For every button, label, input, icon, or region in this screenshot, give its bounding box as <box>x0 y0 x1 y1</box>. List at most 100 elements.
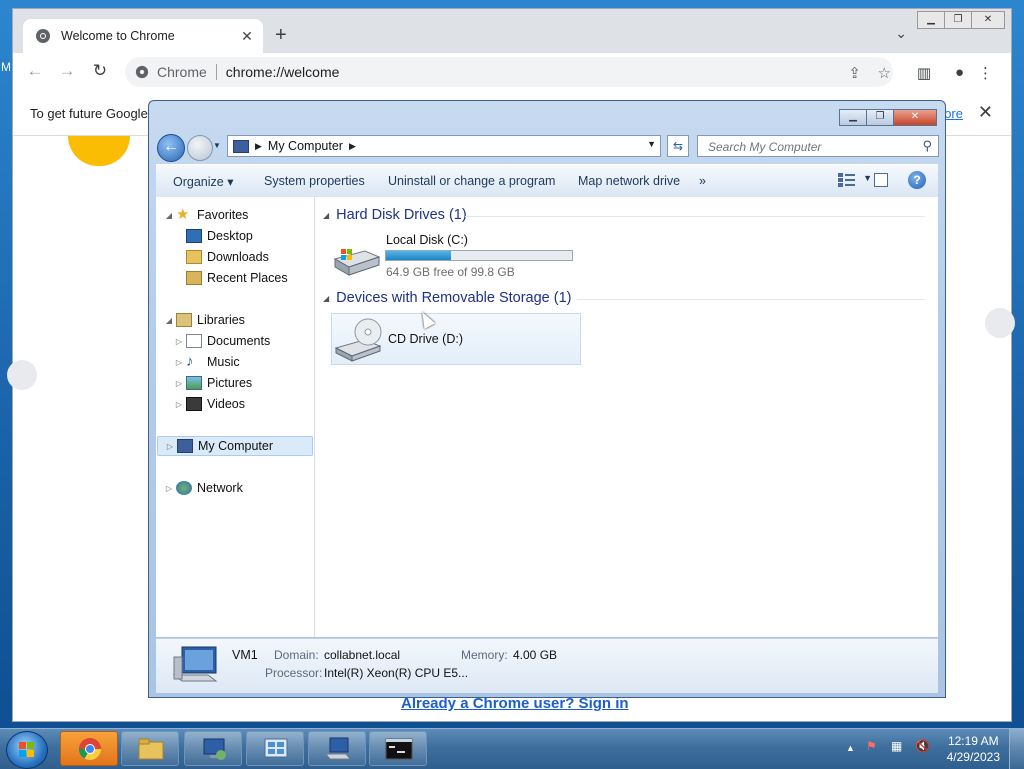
nav-item-desktop[interactable]: Desktop <box>174 226 330 246</box>
infobar-close-icon[interactable]: ✕ <box>978 102 993 123</box>
address-bar[interactable]: ▶ My Computer ▶ ▼ <box>227 135 661 157</box>
server-manager-icon <box>264 738 288 758</box>
chrome-favicon-icon <box>36 29 50 43</box>
drive-free-space: 64.9 GB free of 99.8 GB <box>386 265 515 279</box>
breadcrumb-arrow-icon[interactable]: ▶ <box>255 141 262 152</box>
taskbar-computer-button[interactable] <box>308 731 366 766</box>
refresh-icon[interactable]: ⇆ <box>667 135 689 157</box>
nav-item-downloads[interactable]: Downloads <box>174 247 330 267</box>
uninstall-program-button[interactable]: Uninstall or change a program <box>388 174 555 188</box>
group-title: Hard Disk Drives (1) <box>336 207 467 223</box>
new-tab-button[interactable]: + <box>275 25 287 45</box>
bookmark-star-icon[interactable]: ☆ <box>878 64 891 82</box>
pictures-icon <box>186 376 202 390</box>
preview-pane-icon[interactable] <box>874 173 888 187</box>
address-dropdown-icon[interactable]: ▼ <box>647 139 656 149</box>
change-view-icon[interactable] <box>838 173 856 187</box>
back-arrow-icon[interactable]: ← <box>157 134 185 162</box>
breadcrumb-my-computer[interactable]: My Computer <box>268 139 343 153</box>
collapse-arrow-icon[interactable]: ◢ <box>164 211 174 220</box>
show-hidden-icons-button[interactable]: ▲ <box>846 743 855 753</box>
group-header-hard-disks[interactable]: ◢ Hard Disk Drives (1) <box>323 207 467 223</box>
close-button[interactable]: ✕ <box>971 11 1005 29</box>
recent-places-icon <box>186 271 202 285</box>
local-disk-item[interactable]: Local Disk (C:) 64.9 GB free of 99.8 GB <box>331 233 591 281</box>
group-divider <box>465 216 925 217</box>
show-desktop-button[interactable] <box>1009 729 1024 769</box>
expand-arrow-icon[interactable]: ▷ <box>165 442 175 451</box>
menu-kebab-icon[interactable]: ⋮ <box>978 64 993 82</box>
collapse-arrow-icon[interactable]: ◢ <box>323 294 329 303</box>
network-status-icon[interactable]: ▦ <box>891 739 902 753</box>
start-button[interactable] <box>6 731 48 769</box>
nav-label: My Computer <box>198 439 274 453</box>
volume-muted-icon[interactable]: 🔇 <box>915 739 930 753</box>
search-icon[interactable]: ⚲ <box>922 138 932 154</box>
recent-pages-chevron-icon[interactable]: ▼ <box>213 141 221 150</box>
nav-item-libraries[interactable]: ◢ Libraries <box>164 310 320 330</box>
tab-welcome[interactable]: Welcome to Chrome ✕ <box>23 19 263 53</box>
nav-item-favorites[interactable]: ◢ ★ Favorites <box>164 205 320 225</box>
nav-item-network[interactable]: ▷ Network <box>164 478 320 498</box>
taskbar-server-manager-button[interactable] <box>246 731 304 766</box>
search-input[interactable] <box>706 139 910 155</box>
drive-name: CD Drive (D:) <box>388 332 463 346</box>
taskbar-explorer-button[interactable] <box>121 731 179 766</box>
infobar-link[interactable]: ore <box>944 106 963 121</box>
tab-close-icon[interactable]: ✕ <box>239 28 255 45</box>
nav-item-pictures[interactable]: ▷ Pictures <box>174 373 330 393</box>
explorer-close-button[interactable]: ✕ <box>893 109 937 126</box>
taskbar-chrome-button[interactable] <box>60 731 118 766</box>
forward-arrow-icon[interactable]: → <box>55 61 79 81</box>
minimize-button[interactable]: ▁ <box>917 11 945 29</box>
clock-date: 4/29/2023 <box>946 750 1000 764</box>
expand-arrow-icon[interactable]: ▷ <box>174 400 184 409</box>
reload-icon[interactable]: ↻ <box>88 61 112 81</box>
network-globe-icon <box>176 481 192 495</box>
collapse-arrow-icon[interactable]: ◢ <box>164 316 174 325</box>
nav-item-recent-places[interactable]: Recent Places <box>174 268 330 288</box>
taskbar-remote-desktop-button[interactable] <box>184 731 242 766</box>
nav-item-documents[interactable]: ▷ Documents <box>174 331 330 351</box>
explorer-maximize-button[interactable]: ❐ <box>866 109 894 126</box>
breadcrumb-arrow-icon[interactable]: ▶ <box>349 141 356 152</box>
expand-arrow-icon[interactable]: ▷ <box>164 484 174 493</box>
action-center-icon[interactable]: ⚑ <box>866 739 877 753</box>
taskbar-cmd-button[interactable] <box>369 731 427 766</box>
chrome-tab-strip: Welcome to Chrome ✕ + ⌄ ▁ ❐ ✕ <box>13 9 1011 53</box>
map-network-drive-button[interactable]: Map network drive <box>578 174 680 188</box>
more-commands-chevron-icon[interactable]: » <box>699 174 706 188</box>
share-icon[interactable]: ⇪ <box>848 64 861 82</box>
collapse-arrow-icon[interactable]: ◢ <box>323 211 329 220</box>
expand-arrow-icon[interactable]: ▷ <box>174 337 184 346</box>
decorative-shape <box>7 360 37 390</box>
restore-button[interactable]: ❐ <box>944 11 972 29</box>
cd-drive-item[interactable]: CD Drive (D:) <box>331 313 581 365</box>
search-box[interactable]: ⚲ <box>697 135 939 157</box>
group-divider <box>577 299 925 300</box>
profile-avatar-icon[interactable]: ● <box>955 64 964 81</box>
tab-title: Welcome to Chrome <box>61 29 175 43</box>
expand-arrow-icon[interactable]: ▷ <box>174 379 184 388</box>
side-panel-icon[interactable]: ▥ <box>917 64 931 82</box>
back-arrow-icon[interactable]: ← <box>23 61 47 81</box>
computer-name: VM1 <box>232 648 258 662</box>
omnibox[interactable]: Chrome chrome://welcome <box>125 57 893 87</box>
help-icon[interactable]: ? <box>908 171 926 189</box>
system-properties-button[interactable]: System properties <box>264 174 365 188</box>
group-header-removable[interactable]: ◢ Devices with Removable Storage (1) <box>323 290 571 306</box>
group-title: Devices with Removable Storage (1) <box>336 290 572 306</box>
expand-arrow-icon[interactable]: ▷ <box>174 358 184 367</box>
omnibox-url[interactable]: chrome://welcome <box>226 64 340 80</box>
nav-item-videos[interactable]: ▷ Videos <box>174 394 330 414</box>
nav-item-music[interactable]: ▷ ♪ Music <box>174 352 330 372</box>
nav-item-my-computer[interactable]: ▷ My Computer <box>157 436 313 456</box>
tab-search-chevron-icon[interactable]: ⌄ <box>895 25 907 42</box>
nav-label: Music <box>207 355 240 369</box>
organize-button[interactable]: Organize ▾ <box>173 174 233 189</box>
explorer-minimize-button[interactable]: ▁ <box>839 109 867 126</box>
view-dropdown-icon[interactable]: ▼ <box>863 173 872 183</box>
content-pane: ◢ Hard Disk Drives (1) Local Disk (C:) 6… <box>315 197 938 637</box>
system-clock[interactable]: 12:19 AM 4/29/2023 <box>947 733 1000 765</box>
forward-arrow-icon[interactable] <box>187 135 213 161</box>
